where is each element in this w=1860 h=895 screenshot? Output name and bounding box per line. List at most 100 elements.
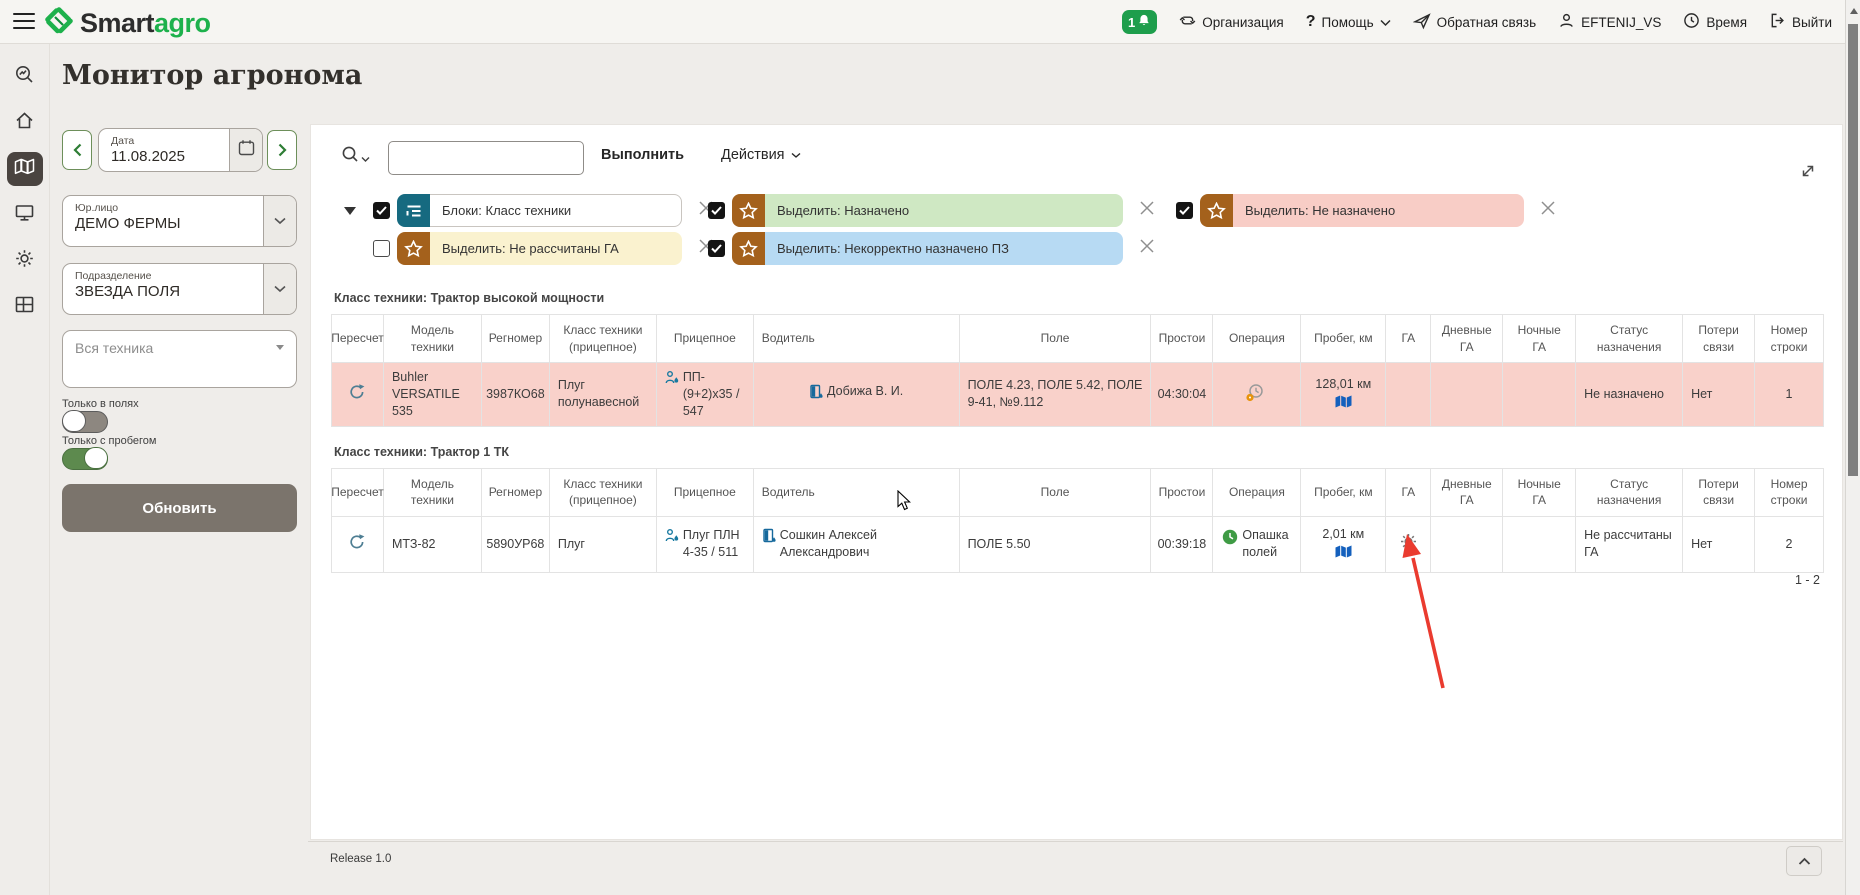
sidebar-item-home[interactable]: [7, 106, 43, 140]
star-icon: [397, 232, 430, 265]
hamburger-menu-icon[interactable]: [13, 13, 35, 31]
menu-user-label: EFTENIJ_VS: [1581, 15, 1661, 30]
cell-night_ga: [1503, 363, 1576, 427]
table-row[interactable]: Buhler VERSATILE 5353987КО68Плуг полунав…: [332, 363, 1824, 427]
chip-label[interactable]: Выделить: Назначено: [765, 194, 1123, 227]
sidebar-item-tables[interactable]: [7, 290, 43, 324]
cell-num: 2: [1755, 517, 1824, 573]
menu-organization[interactable]: Организация: [1179, 12, 1283, 32]
scroll-to-top-button[interactable]: [1786, 846, 1822, 876]
sidebar-item-analytics[interactable]: [7, 60, 43, 94]
menu-help[interactable]: ? Помощь: [1306, 13, 1391, 31]
col-header-field: Поле: [960, 315, 1152, 363]
search-input[interactable]: [388, 141, 584, 175]
equipment-table: ПересчетМодель техникиРегномерКласс техн…: [331, 314, 1824, 427]
chip-label[interactable]: Выделить: Не рассчитаны ГА: [430, 232, 682, 265]
col-header-model: Модель техники: [384, 315, 482, 363]
next-date-button[interactable]: [267, 130, 297, 170]
logout-icon: [1769, 12, 1786, 32]
only-with-mileage-label: Только с пробегом: [62, 435, 157, 447]
menu-logout[interactable]: Выйти: [1769, 12, 1832, 32]
filter-chip: Выделить: Некорректно назначено ПЗ: [708, 232, 1157, 265]
caret-down-icon: [276, 345, 284, 350]
sidebar-item-settings[interactable]: [7, 244, 43, 278]
swap-icon: [1179, 12, 1196, 32]
col-header-conn: Потери связи: [1683, 469, 1755, 517]
calendar-picker-button[interactable]: [229, 129, 262, 171]
chip-label[interactable]: Выделить: Некорректно назначено ПЗ: [765, 232, 1123, 265]
menu-time[interactable]: Время: [1683, 12, 1747, 32]
execute-button[interactable]: Выполнить: [601, 147, 684, 163]
chip-close-icon[interactable]: [1137, 198, 1157, 223]
notifications-badge[interactable]: 1: [1122, 10, 1157, 34]
only-with-mileage-toggle[interactable]: [62, 448, 108, 470]
release-version: Release 1.0: [330, 853, 391, 865]
chip-label[interactable]: Блоки: Класс техники: [430, 194, 682, 227]
refresh-button[interactable]: Обновить: [62, 484, 297, 532]
legal-entity-dropdown-button[interactable]: [263, 196, 296, 246]
cell-model: МТЗ-82: [384, 517, 482, 573]
date-field[interactable]: Дата 11.08.2025: [98, 128, 263, 172]
col-header-driver: Водитель: [754, 315, 960, 363]
scrollbar-thumb[interactable]: [1848, 24, 1858, 476]
blocks-icon: [397, 194, 430, 227]
star-icon: [1200, 194, 1233, 227]
recalculate-icon[interactable]: [348, 533, 366, 556]
gear-icon: [14, 248, 35, 274]
division-dropdown-button[interactable]: [263, 264, 296, 314]
previous-date-button[interactable]: [62, 130, 92, 170]
chip-checkbox[interactable]: [1176, 202, 1193, 219]
chip-checkbox[interactable]: [373, 202, 390, 219]
only-in-fields-toggle[interactable]: [62, 411, 108, 433]
legal-entity-select[interactable]: Юр.лицо ДЕМО ФЕРМЫ: [62, 195, 297, 247]
track-map-icon[interactable]: [1335, 395, 1352, 413]
chip-checkbox[interactable]: [708, 202, 725, 219]
scrollbar-up-arrow[interactable]: [1850, 8, 1858, 14]
table-row[interactable]: МТЗ-825890УР68ПлугПлуг ПЛН 4-35 / 511Сош…: [332, 517, 1824, 573]
col-header-field: Поле: [960, 469, 1152, 517]
analytics-search-icon: [14, 64, 35, 90]
cell-ga: [1386, 517, 1431, 573]
col-header-idle: Простои: [1151, 315, 1213, 363]
collapse-filters-triangle[interactable]: [344, 207, 356, 215]
ga-processing-gear-icon[interactable]: [1399, 532, 1418, 556]
col-header-mileage: Пробег, км: [1301, 469, 1386, 517]
col-header-model: Модель техники: [384, 469, 482, 517]
sidebar-item-map-monitor[interactable]: [7, 152, 43, 186]
chip-close-icon[interactable]: [1137, 236, 1157, 261]
recalculate-icon[interactable]: [348, 383, 366, 406]
cell-klass: Плуг: [550, 517, 657, 573]
track-map-icon[interactable]: [1335, 545, 1352, 563]
chevron-down-icon: [791, 147, 801, 163]
chip-close-icon[interactable]: [1538, 198, 1558, 223]
sidebar-item-monitor[interactable]: [7, 198, 43, 232]
actions-label: Действия: [721, 147, 785, 163]
col-header-idle: Простои: [1151, 469, 1213, 517]
col-header-operation: Операция: [1213, 469, 1301, 517]
chip-label[interactable]: Выделить: Не назначено: [1233, 194, 1524, 227]
driver-card-icon: [762, 527, 777, 549]
cell-conn: Нет: [1683, 363, 1755, 427]
equipment-table: ПересчетМодель техникиРегномерКласс техн…: [331, 468, 1824, 573]
legal-entity-value: ДЕМО ФЕРМЫ: [75, 215, 263, 232]
menu-user[interactable]: EFTENIJ_VS: [1558, 12, 1661, 32]
maximize-icon[interactable]: [1798, 161, 1818, 186]
brand-logo[interactable]: Smartagro: [44, 6, 211, 41]
equipment-multiselect[interactable]: Вся техника: [62, 330, 297, 388]
cell-operation: [1213, 363, 1301, 427]
home-icon: [14, 110, 35, 136]
chip-checkbox[interactable]: [373, 240, 390, 257]
calendar-icon: [238, 139, 255, 161]
menu-feedback[interactable]: Обратная связь: [1413, 12, 1536, 33]
vertical-scrollbar[interactable]: [1845, 0, 1860, 895]
menu-time-label: Время: [1706, 15, 1747, 30]
actions-dropdown[interactable]: Действия: [721, 147, 801, 163]
legal-entity-label: Юр.лицо: [75, 202, 263, 214]
equipment-placeholder: Вся техника: [75, 340, 153, 356]
search-dropdown-button[interactable]: [341, 145, 370, 172]
division-select[interactable]: Подразделение ЗВЕЗДА ПОЛЯ: [62, 263, 297, 315]
operation-active-icon: [1221, 527, 1239, 551]
division-label: Подразделение: [75, 270, 263, 282]
col-header-recalc: Пересчет: [332, 469, 384, 517]
chip-checkbox[interactable]: [708, 240, 725, 257]
